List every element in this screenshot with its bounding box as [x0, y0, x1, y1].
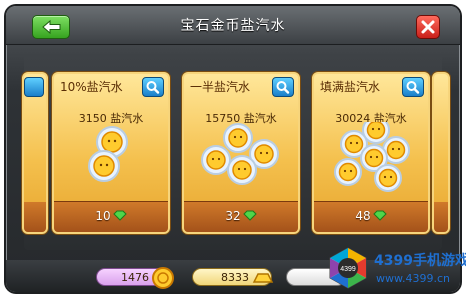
logo-text: 4399 [340, 266, 356, 273]
search-icon[interactable] [24, 77, 44, 97]
partial-card-right[interactable] [432, 72, 450, 234]
gold-currency-value: 8333 [221, 271, 249, 284]
coin [227, 155, 257, 185]
product-card[interactable]: 填满盐汽水 30024 盐汽水 48 [312, 72, 430, 234]
price-value: 32 [225, 209, 241, 223]
green-gem-icon [242, 210, 257, 221]
close-x-icon [421, 20, 435, 34]
watermark: 4399 4399手机游戏 www.4399.cn [326, 244, 466, 294]
coin [201, 145, 231, 175]
4399-logo-icon: 4399 [329, 247, 367, 289]
coin-stack-image [334, 122, 410, 192]
product-card[interactable]: 10%盐汽水 3150 盐汽水 10 [52, 72, 170, 234]
coin [334, 158, 362, 186]
search-button[interactable] [272, 77, 294, 97]
price-bar[interactable]: 48 [314, 201, 428, 232]
magnifier-icon [406, 81, 420, 94]
shop-carousel[interactable]: 10%盐汽水 3150 盐汽水 10 一半盐汽水 15750 盐汽水 32 填满… [22, 54, 450, 250]
gold-bar-icon [252, 273, 274, 283]
coin [374, 164, 402, 192]
price-value: 10 [95, 209, 111, 223]
card-title: 填满盐汽水 [320, 80, 381, 94]
price-bar[interactable]: 32 [184, 201, 298, 232]
green-gem-icon [112, 210, 127, 221]
magnifier-icon [146, 81, 160, 94]
coin [223, 123, 253, 153]
price-bar [434, 202, 448, 232]
partial-card-left[interactable] [22, 72, 48, 234]
coin-stack-image [201, 123, 279, 185]
close-button[interactable] [416, 15, 440, 39]
search-button[interactable] [142, 77, 164, 97]
back-arrow-icon [42, 19, 61, 35]
price-display: 10 [54, 209, 168, 223]
gold-currency-counter: 8333 [192, 268, 274, 286]
watermark-title: 4399手机游戏 [374, 253, 466, 269]
back-button[interactable] [32, 15, 70, 39]
pink-currency-counter: 1476 [96, 267, 174, 289]
card-title: 10%盐汽水 [60, 80, 123, 94]
green-gem-icon [372, 210, 387, 221]
card-title: 一半盐汽水 [190, 80, 251, 94]
title-bar: 宝石金币盐汽水 [6, 6, 460, 45]
price-bar [24, 202, 46, 232]
search-button[interactable] [402, 77, 424, 97]
price-display: 32 [184, 209, 298, 223]
price-display: 48 [314, 209, 428, 223]
magnifier-icon [276, 81, 290, 94]
gold-coin-icon [152, 267, 174, 289]
coin [88, 150, 120, 182]
product-card[interactable]: 一半盐汽水 15750 盐汽水 32 [182, 72, 300, 234]
dialog-title: 宝石金币盐汽水 [180, 18, 286, 34]
watermark-url: www.4399.cn [376, 272, 450, 285]
price-bar[interactable]: 10 [54, 201, 168, 232]
price-value: 48 [355, 209, 371, 223]
coin-stack-image [88, 126, 128, 182]
pink-currency-value: 1476 [121, 271, 149, 284]
